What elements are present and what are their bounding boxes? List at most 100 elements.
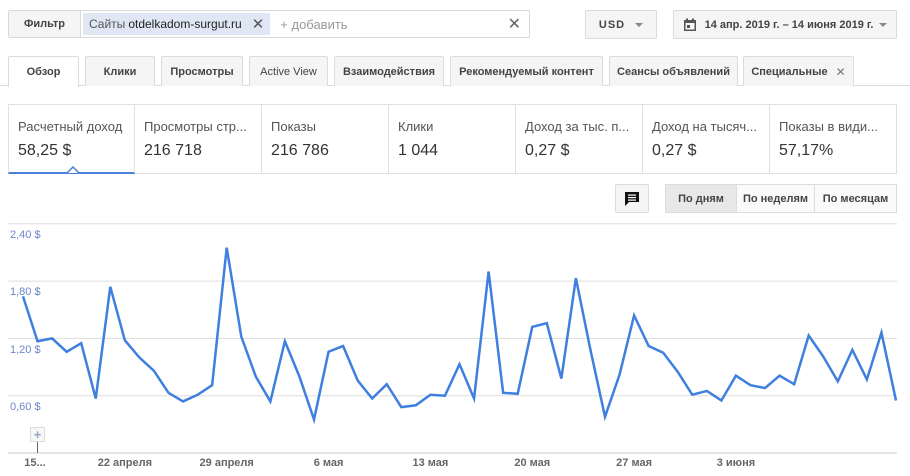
data-point[interactable] — [337, 340, 349, 352]
tab-pageviews[interactable]: Просмотры — [161, 56, 243, 86]
metric-card-viewability[interactable]: Показы в види... 57,17% — [770, 104, 897, 174]
data-point[interactable] — [308, 414, 320, 426]
data-point[interactable] — [235, 330, 247, 342]
data-point[interactable] — [381, 378, 393, 390]
data-point[interactable] — [439, 390, 451, 402]
data-point[interactable] — [468, 393, 480, 405]
data-point[interactable] — [512, 388, 524, 400]
data-point[interactable] — [555, 373, 567, 385]
tab-custom[interactable]: Специальные ✕ — [743, 56, 854, 86]
data-point[interactable] — [745, 379, 757, 391]
metric-card-estimated-earnings[interactable]: Расчетный доход 58,25 $ — [8, 104, 135, 174]
tab-overview[interactable]: Обзор — [8, 56, 79, 87]
metric-card-clicks[interactable]: Клики 1 044 — [389, 104, 516, 174]
x-tick-label: 27 мая — [616, 457, 653, 469]
data-point[interactable] — [614, 369, 626, 381]
data-point[interactable] — [643, 340, 655, 352]
data-point[interactable] — [584, 344, 596, 356]
data-point[interactable] — [686, 389, 698, 401]
remove-chip-icon[interactable]: ✕ — [252, 15, 265, 33]
data-point[interactable] — [526, 321, 538, 333]
tab-clicks[interactable]: Клики — [85, 56, 155, 86]
annotation-marker — [37, 442, 38, 453]
metric-card-page-rpm[interactable]: Доход за тыс. п... 0,27 $ — [516, 104, 643, 174]
data-point[interactable] — [832, 375, 844, 387]
metric-card-impressions[interactable]: Показы 216 786 — [262, 104, 389, 174]
data-point[interactable] — [541, 317, 553, 329]
metric-card-pageviews[interactable]: Просмотры стр... 216 718 — [135, 104, 262, 174]
add-annotation-plus-icon[interactable]: + — [30, 427, 45, 442]
data-point[interactable] — [119, 334, 131, 346]
data-point[interactable] — [366, 393, 378, 405]
add-filter-input[interactable]: + добавить — [280, 17, 347, 32]
data-point[interactable] — [206, 379, 218, 391]
tab-recommended-content[interactable]: Рекомендуемый контент — [450, 56, 603, 86]
data-point[interactable] — [250, 371, 262, 383]
data-point[interactable] — [861, 373, 873, 385]
data-point[interactable] — [803, 330, 815, 342]
data-point[interactable] — [774, 370, 786, 382]
data-point[interactable] — [46, 332, 58, 344]
filter-chip[interactable]: Сайты otdelkadom-surgut.ru ✕ — [83, 13, 271, 35]
data-point[interactable] — [628, 309, 640, 321]
data-point[interactable] — [410, 399, 422, 411]
data-point[interactable] — [730, 370, 742, 382]
date-range-picker[interactable]: 14 апр. 2019 г. – 14 июня 2019 г. — [673, 10, 897, 39]
data-point[interactable] — [177, 395, 189, 407]
metric-label: Расчетный доход — [18, 119, 123, 134]
data-point[interactable] — [323, 346, 335, 358]
data-point[interactable] — [788, 378, 800, 390]
data-point[interactable] — [454, 358, 466, 370]
data-point[interactable] — [424, 389, 436, 401]
data-point[interactable] — [599, 411, 611, 423]
tab-interactions[interactable]: Взаимодействия — [334, 56, 444, 86]
granularity-week[interactable]: По неделям — [737, 184, 815, 213]
data-point[interactable] — [352, 374, 364, 386]
data-point[interactable] — [133, 352, 145, 364]
data-point[interactable] — [701, 385, 713, 397]
clear-filter-icon[interactable]: ✕ — [508, 14, 521, 34]
annotations-button[interactable] — [615, 184, 649, 213]
data-point[interactable] — [672, 366, 684, 378]
data-point[interactable] — [61, 346, 73, 358]
data-point[interactable] — [293, 371, 305, 383]
data-point[interactable] — [221, 242, 233, 254]
data-point[interactable] — [483, 266, 495, 278]
filter-button[interactable]: Фильтр — [9, 11, 81, 37]
data-point[interactable] — [163, 387, 175, 399]
data-point[interactable] — [90, 393, 102, 405]
granularity-day[interactable]: По дням — [665, 184, 737, 213]
data-point[interactable] — [875, 327, 887, 339]
granularity-month[interactable]: По месяцам — [815, 184, 897, 213]
x-tick-label: 6 мая — [313, 457, 344, 469]
close-tab-icon[interactable]: ✕ — [836, 65, 846, 79]
data-point[interactable] — [890, 394, 902, 406]
chip-value: otdelkadom-surgut.ru — [128, 17, 242, 31]
data-point[interactable] — [148, 365, 160, 377]
data-point[interactable] — [395, 401, 407, 413]
data-point[interactable] — [104, 281, 116, 293]
metric-card-impression-rpm[interactable]: Доход на тысяч... 0,27 $ — [643, 104, 770, 174]
currency-value: USD — [598, 18, 626, 31]
data-point[interactable] — [846, 344, 858, 356]
data-point[interactable] — [817, 351, 829, 363]
data-point[interactable] — [570, 272, 582, 284]
tab-active-view[interactable]: Active View — [249, 56, 328, 86]
currency-dropdown[interactable]: USD — [585, 10, 657, 39]
metric-label: Просмотры стр... — [144, 119, 247, 134]
data-point[interactable] — [75, 337, 87, 349]
y-tick-label: 0,60 $ — [10, 401, 41, 413]
x-tick-label: 3 июня — [716, 457, 756, 469]
filter-bar: Фильтр Сайты otdelkadom-surgut.ru ✕ + до… — [8, 10, 530, 38]
tab-label: Взаимодействия — [342, 65, 436, 78]
tab-ad-sessions[interactable]: Сеансы объявлений — [609, 56, 738, 86]
data-point[interactable] — [759, 382, 771, 394]
metric-label: Доход на тысяч... — [652, 119, 757, 134]
data-point[interactable] — [657, 347, 669, 359]
data-point[interactable] — [715, 394, 727, 406]
metric-value: 58,25 $ — [18, 142, 72, 159]
data-point[interactable] — [264, 395, 276, 407]
data-point[interactable] — [497, 387, 509, 399]
data-point[interactable] — [279, 335, 291, 347]
data-point[interactable] — [192, 389, 204, 401]
